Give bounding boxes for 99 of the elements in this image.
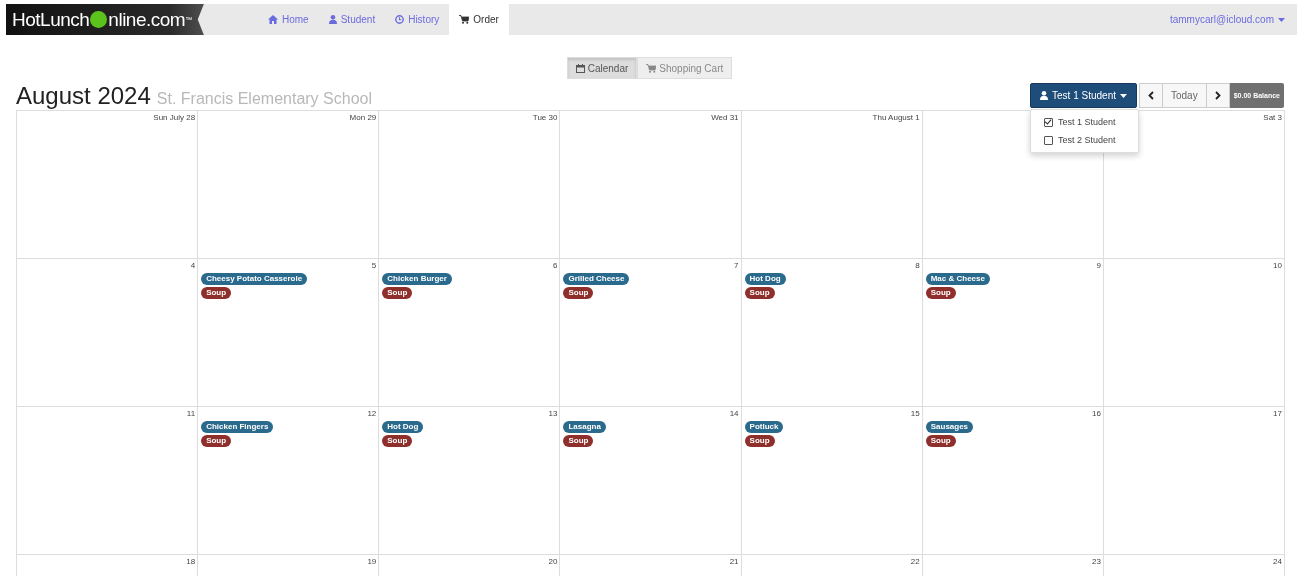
day-cell[interactable]: 5 Cheesy Potato Casserole Soup	[198, 259, 380, 407]
student-button[interactable]: Test 1 Student	[1030, 83, 1137, 108]
day-label: 17	[1273, 409, 1282, 419]
day-label: 9	[1096, 261, 1101, 271]
chevron-right-icon	[1214, 91, 1221, 100]
day-label: 14	[729, 409, 739, 419]
meal-tag[interactable]: Soup	[925, 435, 956, 447]
meal-tag[interactable]: Chicken Burger	[382, 273, 452, 285]
day-label: 6	[552, 261, 558, 271]
user-icon	[1040, 91, 1049, 100]
meal-tag[interactable]: Soup	[744, 287, 775, 299]
day-label: 19	[367, 557, 377, 567]
day-label: 22	[910, 557, 920, 567]
view-tab[interactable]: Calendar	[566, 57, 638, 79]
day-cell[interactable]: 13 Hot Dog Soup	[379, 407, 561, 555]
day-label: Sun July 28	[153, 113, 196, 123]
day-cell[interactable]: 7 Grilled Cheese Soup	[560, 259, 742, 407]
day-label: 7	[734, 261, 739, 271]
meal-tag[interactable]: Soup	[201, 287, 232, 299]
day-cell[interactable]: 16 Sausages Soup	[922, 407, 1104, 555]
meal-tag[interactable]: Soup	[563, 435, 594, 447]
day-label: 18	[186, 557, 196, 567]
day-label: 5	[371, 261, 377, 271]
meal-tag[interactable]: Sausages	[925, 421, 974, 433]
day-label: 24	[1273, 557, 1282, 567]
meal-tag[interactable]: Lasagna	[563, 421, 606, 433]
day-cell[interactable]: 15 Potluck Soup	[741, 407, 923, 555]
day-cell[interactable]: Mon 29	[198, 111, 380, 259]
nav-tab[interactable]: Home	[258, 4, 319, 35]
day-label: Thu August 1	[872, 113, 920, 123]
day-cell[interactable]: 6 Chicken Burger Soup	[379, 259, 561, 407]
chevron-left-icon	[1148, 91, 1154, 100]
day-label: 8	[915, 261, 920, 271]
caret-icon	[1120, 93, 1127, 98]
cart-icon	[646, 63, 657, 73]
month-title: August 2024	[16, 83, 151, 108]
meal-tag[interactable]: Soup	[201, 435, 232, 447]
checkbox[interactable]	[1044, 135, 1054, 145]
day-cell[interactable]: Wed 31	[560, 111, 742, 259]
meal-tag[interactable]: Potluck	[744, 421, 784, 433]
calendar-icon	[575, 63, 585, 73]
caret-icon	[1278, 17, 1285, 22]
day-label: 10	[1273, 261, 1282, 271]
day-cell[interactable]: 4	[17, 259, 199, 407]
day-label: Wed 31	[711, 113, 739, 123]
cart-icon	[459, 15, 470, 24]
day-cell[interactable]: Tue 30	[379, 111, 561, 259]
day-label: 20	[548, 557, 558, 567]
day-label: 21	[729, 557, 739, 567]
day-cell[interactable]: 21	[560, 555, 742, 576]
home-icon	[268, 15, 278, 24]
meal-tag[interactable]: Soup	[382, 435, 413, 447]
clock-icon	[395, 15, 405, 24]
account-menu[interactable]: tammycarl@icloud.com	[1169, 4, 1297, 35]
meal-tag[interactable]: Soup	[563, 287, 594, 299]
previous-button[interactable]	[1139, 83, 1163, 108]
meal-tag[interactable]: Soup	[925, 287, 956, 299]
day-label: 11	[186, 409, 196, 419]
meal-tag[interactable]: Hot Dog	[382, 421, 424, 433]
school-name: St. Francis Elementary School	[156, 89, 372, 108]
meal-tag[interactable]: Hot Dog	[744, 273, 786, 285]
day-cell[interactable]: Sun July 28	[17, 111, 199, 259]
nav-tab[interactable]: Order	[449, 4, 509, 35]
day-cell[interactable]: 12 Chicken Fingers Soup	[198, 407, 380, 555]
day-cell[interactable]: 23	[922, 555, 1104, 576]
day-cell[interactable]: 22	[741, 555, 923, 576]
user-icon	[328, 15, 337, 24]
nav-tab[interactable]: History	[385, 4, 450, 35]
day-cell[interactable]: 11	[17, 407, 199, 555]
day-label: 23	[1091, 557, 1101, 567]
day-cell[interactable]: 10	[1103, 259, 1285, 407]
day-label: 13	[548, 409, 558, 419]
day-cell[interactable]: 8 Hot Dog Soup	[741, 259, 923, 407]
day-label: 16	[1091, 409, 1101, 419]
day-label: 15	[910, 409, 920, 419]
day-cell[interactable]: 14 Lasagna Soup	[560, 407, 742, 555]
apple-icon	[90, 11, 108, 28]
day-label: Sat 3	[1263, 113, 1282, 123]
day-cell[interactable]: 24	[1103, 555, 1285, 576]
day-cell[interactable]: 17	[1103, 407, 1285, 555]
meal-tag[interactable]: Chicken Fingers	[201, 421, 274, 433]
meal-tag[interactable]: Soup	[744, 435, 775, 447]
meal-tag[interactable]: Soup	[382, 287, 413, 299]
day-label: Tue 30	[532, 113, 558, 123]
meal-tag[interactable]: Cheesy Potato Casserole	[201, 273, 308, 285]
today-button[interactable]: Today	[1162, 83, 1207, 108]
checkbox[interactable]	[1044, 117, 1054, 127]
day-label: 12	[367, 409, 377, 419]
meal-tag[interactable]: Grilled Cheese	[563, 273, 630, 285]
day-label: Mon 29	[349, 113, 377, 123]
next-button[interactable]	[1205, 83, 1230, 108]
day-cell[interactable]: 9 Mac & Cheese Soup	[922, 259, 1104, 407]
day-cell[interactable]: 19	[198, 555, 380, 576]
day-cell[interactable]: 20	[379, 555, 561, 576]
nav-tab[interactable]: Student	[318, 4, 386, 35]
meal-tag[interactable]: Mac & Cheese	[925, 273, 990, 285]
day-cell[interactable]: Thu August 1	[741, 111, 923, 259]
day-label: 4	[190, 261, 196, 271]
day-cell[interactable]: 18	[17, 555, 199, 576]
